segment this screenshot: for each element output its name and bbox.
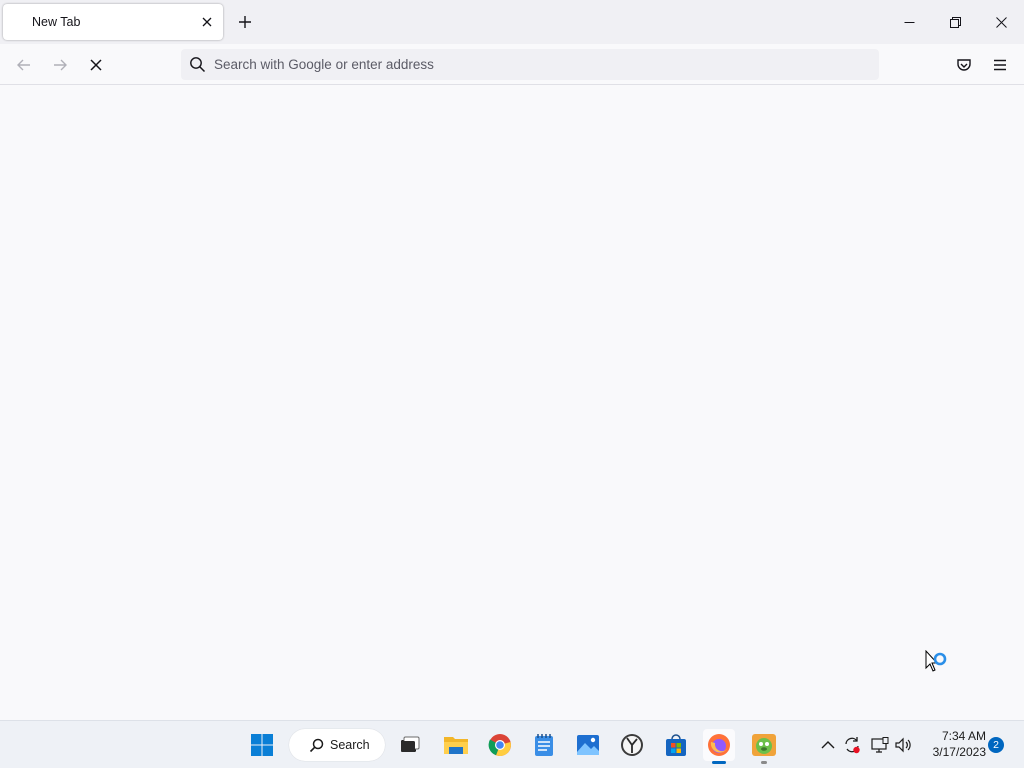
network-tray-button[interactable] — [870, 734, 890, 756]
navigation-bar — [0, 44, 1024, 85]
game-app-button[interactable] — [748, 729, 780, 761]
firefox-icon — [708, 734, 730, 756]
windows-logo-icon — [251, 734, 273, 756]
task-view-icon — [401, 736, 420, 752]
network-icon — [871, 737, 889, 753]
sync-icon — [845, 737, 860, 754]
speaker-icon — [895, 737, 911, 753]
arrow-left-icon — [17, 59, 30, 71]
clock-date: 3/17/2023 — [932, 745, 986, 759]
tab-strip: New Tab — [0, 0, 1024, 44]
close-icon — [202, 17, 212, 27]
notepad-button[interactable] — [528, 729, 560, 761]
game-icon — [752, 734, 776, 756]
photos-button[interactable] — [572, 729, 604, 761]
forward-button[interactable] — [46, 51, 74, 79]
start-button[interactable] — [246, 729, 278, 761]
search-icon — [309, 738, 324, 752]
task-view-button[interactable] — [394, 729, 426, 761]
tab-close-button[interactable] — [198, 13, 216, 31]
firefox-button[interactable] — [703, 729, 735, 761]
address-input[interactable] — [214, 49, 864, 80]
clock-icon — [621, 734, 643, 756]
chevron-up-icon — [821, 741, 835, 749]
close-icon — [995, 16, 1007, 28]
minimize-icon — [904, 21, 914, 23]
stop-icon — [90, 59, 102, 71]
menu-button[interactable] — [986, 51, 1014, 79]
new-tab-button[interactable] — [233, 10, 257, 34]
restore-icon — [949, 16, 961, 28]
sync-tray-button[interactable] — [842, 734, 862, 756]
clock-app-button[interactable] — [616, 729, 648, 761]
hamburger-menu-icon — [994, 59, 1006, 71]
volume-tray-button[interactable] — [894, 734, 914, 756]
busy-cursor-icon — [925, 650, 947, 672]
file-explorer-button[interactable] — [440, 729, 472, 761]
show-hidden-icons-button[interactable] — [818, 734, 838, 756]
taskbar-clock[interactable]: 7:34 AM 3/17/2023 — [922, 728, 986, 760]
tab-title: New Tab — [32, 15, 81, 29]
running-app-indicator — [761, 761, 767, 764]
pocket-button[interactable] — [950, 51, 978, 79]
taskbar-search-label: Search — [330, 738, 370, 752]
active-app-indicator — [712, 761, 726, 764]
pocket-icon — [957, 59, 971, 71]
address-bar[interactable] — [181, 49, 879, 80]
stop-loading-button[interactable] — [82, 51, 110, 79]
arrow-right-icon — [54, 59, 67, 71]
notification-badge[interactable]: 2 — [988, 737, 1004, 753]
back-button[interactable] — [10, 51, 38, 79]
folder-icon — [444, 737, 468, 754]
chrome-icon — [488, 734, 511, 757]
taskbar-search-box[interactable]: Search — [289, 729, 385, 761]
restore-button[interactable] — [940, 8, 970, 36]
taskbar: Search 7:34 AM 3/17/2023 2 — [0, 720, 1024, 768]
minimize-button[interactable] — [894, 8, 924, 36]
clock-time: 7:34 AM — [941, 729, 986, 743]
microsoft-store-button[interactable] — [660, 729, 692, 761]
store-icon — [666, 734, 686, 756]
page-content[interactable] — [0, 85, 1024, 720]
photos-icon — [577, 735, 599, 755]
notepad-icon — [535, 734, 553, 756]
plus-icon — [239, 16, 251, 28]
chrome-button[interactable] — [484, 729, 516, 761]
tab-new-tab[interactable]: New Tab — [3, 4, 223, 40]
search-icon — [190, 57, 206, 73]
close-window-button[interactable] — [986, 8, 1016, 36]
